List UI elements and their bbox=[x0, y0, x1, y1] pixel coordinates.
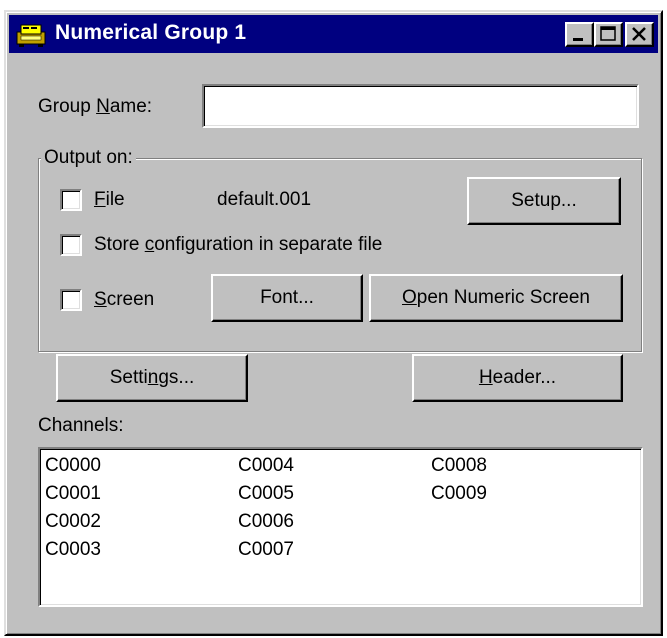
channel-item[interactable]: C0005 bbox=[238, 483, 294, 505]
group-name-label: Group Name: bbox=[38, 96, 153, 117]
channel-item[interactable]: C0007 bbox=[238, 539, 294, 561]
maximize-button[interactable] bbox=[594, 22, 623, 47]
channel-item[interactable]: C0006 bbox=[238, 511, 294, 533]
screen-checkbox[interactable] bbox=[60, 289, 82, 311]
header-button[interactable]: Header... bbox=[412, 354, 623, 402]
maximize-icon bbox=[600, 26, 616, 41]
channel-item[interactable]: C0004 bbox=[238, 455, 294, 477]
channel-item[interactable]: C0008 bbox=[431, 455, 487, 477]
close-button[interactable] bbox=[625, 22, 654, 47]
channel-item[interactable]: C0000 bbox=[45, 455, 101, 477]
channels-label: Channels: bbox=[38, 415, 124, 436]
minimize-button[interactable] bbox=[565, 22, 594, 47]
app-icon bbox=[16, 24, 46, 47]
channels-list[interactable]: C0000 C0001 C0002 C0003 C0004 C0005 C000… bbox=[38, 447, 643, 607]
file-checkbox[interactable] bbox=[60, 189, 82, 211]
channel-item[interactable]: C0003 bbox=[45, 539, 101, 561]
settings-button[interactable]: Settings... bbox=[56, 354, 248, 402]
output-legend: Output on: bbox=[41, 147, 136, 169]
channel-item[interactable]: C0001 bbox=[45, 483, 101, 505]
channel-item[interactable]: C0002 bbox=[45, 511, 101, 533]
file-label[interactable]: File bbox=[94, 189, 125, 211]
title-bar[interactable]: Numerical Group 1 bbox=[9, 15, 658, 53]
numerical-group-dialog: Numerical Group 1 Group Name: Output on:… bbox=[4, 10, 663, 636]
screen-label[interactable]: Screen bbox=[94, 289, 154, 311]
store-config-checkbox[interactable] bbox=[60, 234, 82, 256]
setup-button[interactable]: Setup... bbox=[467, 177, 621, 225]
group-name-input[interactable] bbox=[202, 84, 639, 128]
channel-item[interactable]: C0009 bbox=[431, 483, 487, 505]
minimize-icon bbox=[573, 38, 583, 41]
window-title: Numerical Group 1 bbox=[55, 21, 247, 44]
store-config-label[interactable]: Store configuration in separate file bbox=[94, 234, 382, 256]
file-name: default.001 bbox=[217, 189, 312, 210]
close-icon bbox=[632, 27, 646, 41]
font-button[interactable]: Font... bbox=[211, 274, 363, 322]
open-numeric-screen-button[interactable]: Open Numeric Screen bbox=[369, 274, 623, 322]
